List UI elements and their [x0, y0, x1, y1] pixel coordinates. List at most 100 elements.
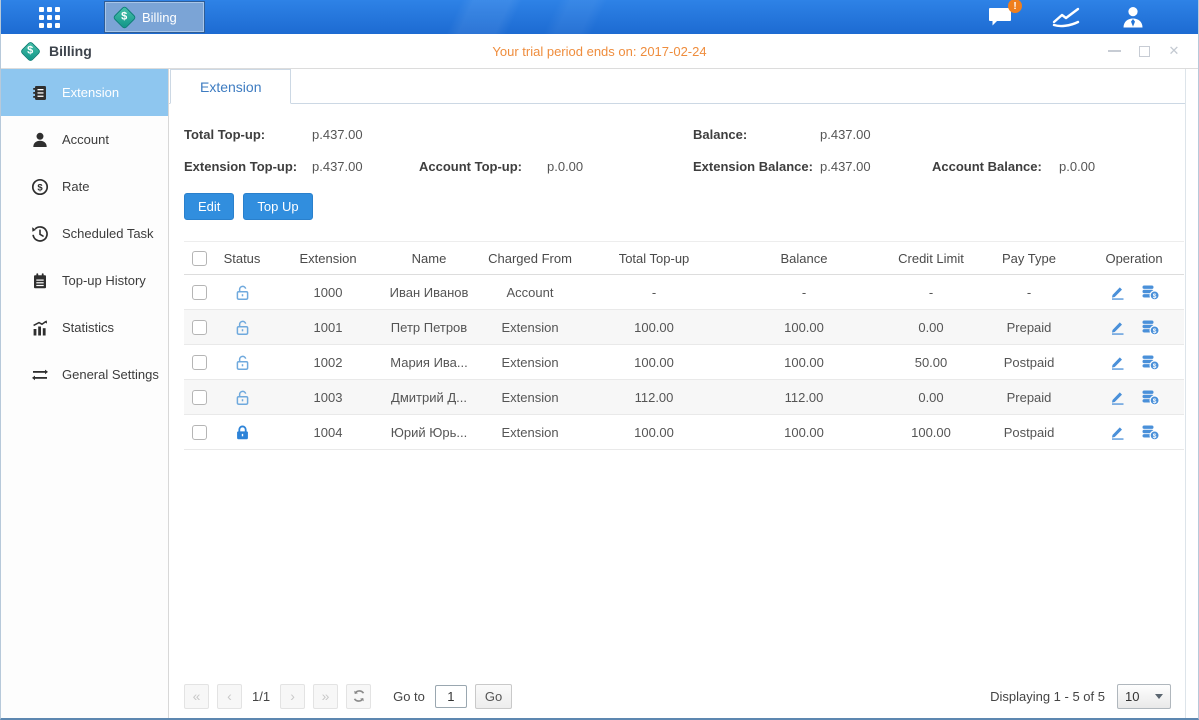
trial-period-message: Your trial period ends on: 2017-02-24 — [492, 44, 706, 59]
cell-credit-limit: 100.00 — [888, 415, 974, 450]
svg-text:$: $ — [1152, 432, 1156, 439]
table-row: 1002 Мария Ива... Extension 100.00 100.0… — [184, 345, 1184, 380]
minimize-icon[interactable] — [1106, 43, 1122, 59]
topup-icon[interactable]: $ — [1141, 354, 1160, 371]
cell-operation: $ — [1084, 389, 1184, 406]
sidebar-item-rate[interactable]: $ Rate — [1, 163, 168, 210]
extension-table: Status Extension Name Charged From Total… — [184, 241, 1184, 450]
account-balance-value: p.0.00 — [1059, 159, 1185, 174]
refresh-button[interactable] — [346, 684, 371, 709]
maximize-icon[interactable] — [1136, 43, 1152, 59]
extension-topup-label: Extension Top-up: — [184, 159, 312, 174]
edit-icon[interactable] — [1109, 284, 1126, 300]
sidebar-item-label: Statistics — [62, 320, 114, 335]
page-size-dropdown[interactable]: 10 — [1117, 684, 1171, 709]
go-button[interactable]: Go — [475, 684, 512, 709]
sidebar-item-account[interactable]: Account — [1, 116, 168, 163]
sidebar-item-statistics[interactable]: Statistics — [1, 304, 168, 351]
select-all-checkbox[interactable] — [192, 251, 207, 266]
cell-operation: $ — [1084, 354, 1184, 371]
history-clock-icon — [31, 225, 49, 243]
total-topup-label: Total Top-up: — [184, 127, 312, 142]
prev-page-button[interactable]: ‹ — [217, 684, 242, 709]
edit-icon[interactable] — [1109, 424, 1126, 440]
row-checkbox[interactable] — [192, 285, 207, 300]
sidebar-item-label: Extension — [62, 85, 119, 100]
sidebar-item-extension[interactable]: Extension — [1, 69, 168, 116]
cell-total-topup: 112.00 — [588, 380, 720, 415]
last-page-button[interactable]: » — [313, 684, 338, 709]
cell-operation: $ — [1084, 424, 1184, 441]
sidebar-item-label: Scheduled Task — [62, 226, 154, 241]
chart-icon[interactable] — [1052, 5, 1082, 29]
lock-open-icon — [234, 389, 251, 406]
account-balance-label: Account Balance: — [932, 159, 1059, 174]
extension-book-icon — [31, 84, 49, 102]
user-icon[interactable] — [1120, 5, 1146, 30]
cell-credit-limit: - — [888, 275, 974, 310]
cell-balance: 112.00 — [720, 380, 888, 415]
sidebar-item-general-settings[interactable]: General Settings — [1, 351, 168, 398]
notepad-icon — [31, 272, 49, 290]
sliders-icon — [31, 366, 49, 384]
cell-pay-type: - — [974, 275, 1084, 310]
lock-open-icon — [234, 319, 251, 336]
sidebar-item-label: General Settings — [62, 367, 159, 382]
column-header-extension: Extension — [270, 242, 386, 275]
row-checkbox[interactable] — [192, 355, 207, 370]
row-checkbox[interactable] — [192, 390, 207, 405]
next-page-button[interactable]: › — [280, 684, 305, 709]
edit-icon[interactable] — [1109, 354, 1126, 370]
sidebar: Extension Account $ Rate — [1, 69, 169, 718]
row-checkbox[interactable] — [192, 425, 207, 440]
edit-icon[interactable] — [1109, 319, 1126, 335]
cell-total-topup: 100.00 — [588, 345, 720, 380]
column-header-charged-from: Charged From — [472, 242, 588, 275]
cell-name: Иван Иванов — [386, 275, 472, 310]
window-controls: ✕ — [1106, 43, 1182, 59]
account-topup-value: p.0.00 — [547, 159, 693, 174]
summary-panel: Total Top-up: p.437.00 Balance: p.437.00… — [184, 127, 1185, 174]
extension-balance-label: Extension Balance: — [693, 159, 820, 174]
app-grid-icon[interactable] — [39, 7, 60, 28]
cell-status — [214, 275, 270, 310]
cell-total-topup: 100.00 — [588, 415, 720, 450]
topup-icon[interactable]: $ — [1141, 284, 1160, 301]
cell-extension: 1003 — [270, 380, 386, 415]
cell-charged-from: Extension — [472, 310, 588, 345]
topup-icon[interactable]: $ — [1141, 319, 1160, 336]
tab-extension[interactable]: Extension — [170, 69, 291, 104]
messages-icon[interactable]: ! — [987, 5, 1014, 29]
row-checkbox[interactable] — [192, 320, 207, 335]
cell-status — [214, 380, 270, 415]
goto-label: Go to — [393, 689, 425, 704]
cell-status — [214, 310, 270, 345]
edit-button[interactable]: Edit — [184, 193, 234, 220]
goto-page-input[interactable] — [435, 685, 467, 708]
tab-label: Extension — [200, 79, 261, 95]
cell-pay-type: Prepaid — [974, 310, 1084, 345]
lock-open-icon — [234, 354, 251, 371]
sidebar-item-scheduled-task[interactable]: Scheduled Task — [1, 210, 168, 257]
topup-icon[interactable]: $ — [1141, 389, 1160, 406]
close-icon[interactable]: ✕ — [1166, 43, 1182, 59]
column-header-total-topup: Total Top-up — [588, 242, 720, 275]
column-header-pay-type: Pay Type — [974, 242, 1084, 275]
svg-text:$: $ — [1152, 362, 1156, 369]
cell-pay-type: Prepaid — [974, 380, 1084, 415]
cell-extension: 1004 — [270, 415, 386, 450]
first-page-button[interactable]: « — [184, 684, 209, 709]
notification-badge: ! — [1008, 0, 1022, 13]
top-up-button[interactable]: Top Up — [243, 193, 312, 220]
billing-diamond-icon: $ — [20, 40, 41, 61]
top-taskbar: $ Billing ! — [1, 0, 1198, 34]
billing-diamond-icon: $ — [112, 5, 136, 29]
taskbar-tab-billing[interactable]: $ Billing — [105, 2, 204, 32]
cell-credit-limit: 0.00 — [888, 380, 974, 415]
lock-open-icon — [234, 284, 251, 301]
topup-icon[interactable]: $ — [1141, 424, 1160, 441]
sidebar-item-topup-history[interactable]: Top-up History — [1, 257, 168, 304]
cell-operation: $ — [1084, 319, 1184, 336]
total-topup-value: p.437.00 — [312, 127, 419, 142]
edit-icon[interactable] — [1109, 389, 1126, 405]
